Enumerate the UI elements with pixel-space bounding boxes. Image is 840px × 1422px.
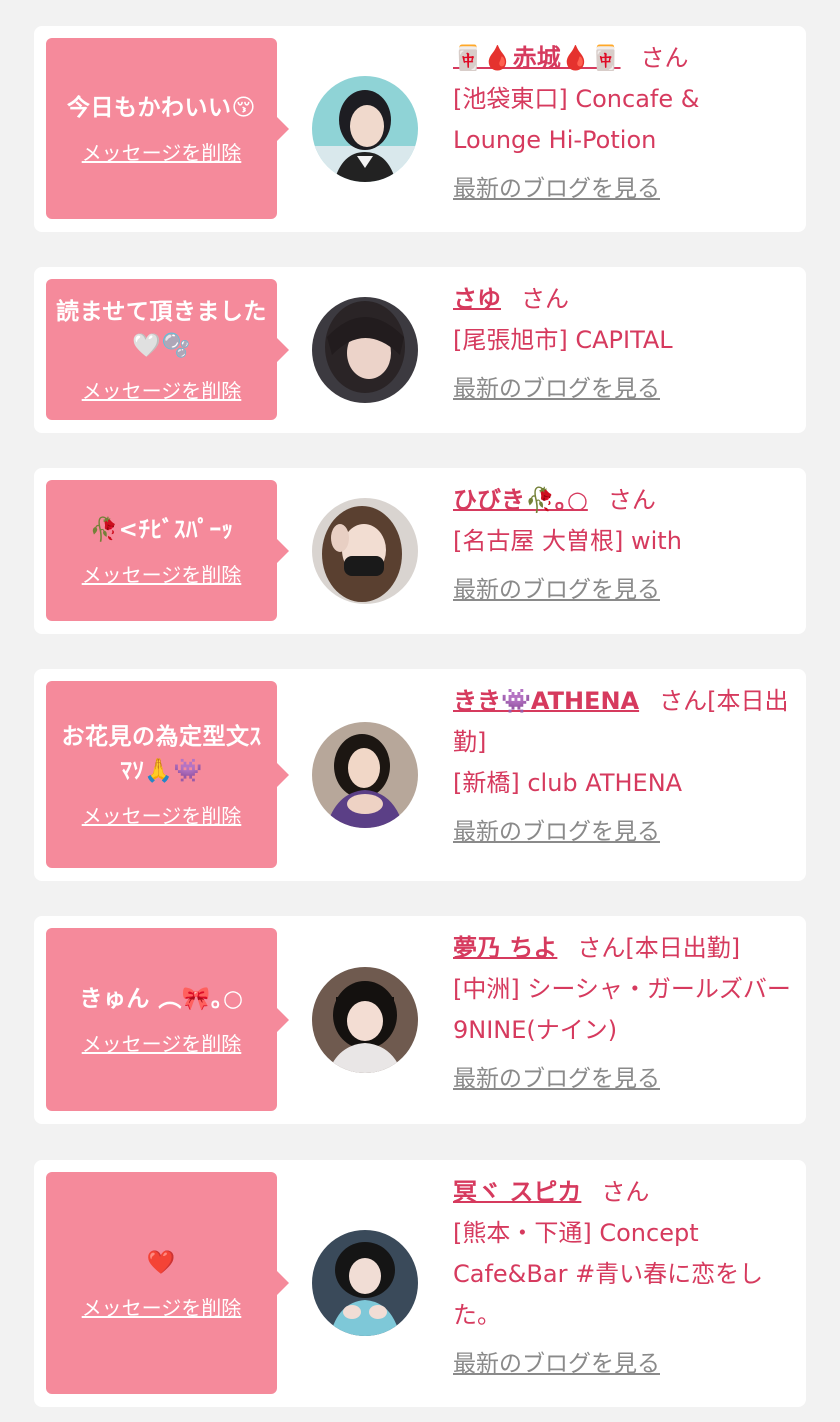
cast-name-link[interactable]: ひびき🥀｡○ bbox=[453, 486, 588, 514]
latest-blog-link[interactable]: 最新のブログを見る bbox=[453, 169, 660, 210]
honorific: さん bbox=[607, 486, 656, 514]
avatar[interactable] bbox=[312, 967, 418, 1073]
message-bubble: お花見の為定型文ｽﾏｿ🙏👾 メッセージを削除 bbox=[46, 681, 289, 868]
name-line: 夢乃 ちよ さん[本日出勤] bbox=[453, 928, 793, 969]
message-text: 🥀<ﾁﾋﾞｽﾊﾟｰｯ bbox=[89, 517, 234, 543]
message-text: きゅん ︵🎀｡○ bbox=[79, 986, 244, 1012]
cast-name-link[interactable]: 🀄🩸赤城🩸🀄 bbox=[453, 44, 621, 72]
avatar[interactable] bbox=[312, 76, 418, 182]
name-line: 🀄🩸赤城🩸🀄 さん bbox=[453, 38, 793, 79]
honorific: さん[本日出勤] bbox=[577, 934, 741, 962]
cast-name-link[interactable]: 冥ヾ スピカ bbox=[453, 1178, 581, 1206]
avatar[interactable] bbox=[312, 722, 418, 828]
message-text: 今日もかわいい😚 bbox=[67, 95, 256, 121]
message-list: 今日もかわいい😚 メッセージを削除 🀄🩸赤城🩸🀄 さん [池袋東口] Concaf… bbox=[0, 0, 840, 1422]
message-card: きゅん ︵🎀｡○ メッセージを削除 夢乃 ちよ さん[本日出勤] [中洲] シーシ… bbox=[34, 916, 806, 1124]
avatar[interactable] bbox=[312, 1230, 418, 1336]
shop-name: [新橋] club ATHENA bbox=[453, 769, 683, 797]
message-bubble: ❤️ メッセージを削除 bbox=[46, 1172, 289, 1394]
shop-name: [熊本・下通] Concept Cafe&Bar #青い春に恋をした。 bbox=[453, 1219, 764, 1329]
latest-blog-link[interactable]: 最新のブログを見る bbox=[453, 812, 660, 853]
name-line: ひびき🥀｡○ さん bbox=[453, 480, 793, 521]
delete-message-link[interactable]: メッセージを削除 bbox=[82, 1028, 242, 1057]
delete-message-link[interactable]: メッセージを削除 bbox=[82, 1292, 242, 1321]
message-card: ❤️ メッセージを削除 冥ヾ スピカ さん [熊本・下通] Concept Caf… bbox=[34, 1160, 806, 1407]
avatar[interactable] bbox=[312, 297, 418, 403]
cast-name-link[interactable]: きき👾ATHENA bbox=[453, 687, 639, 715]
delete-message-link[interactable]: メッセージを削除 bbox=[82, 559, 242, 588]
message-bubble: きゅん ︵🎀｡○ メッセージを削除 bbox=[46, 928, 289, 1111]
message-text: ❤️ bbox=[146, 1249, 177, 1276]
message-card: 読ませて頂きました🤍🫧 メッセージを削除 さゆ さん [尾張旭市] CAPITAL… bbox=[34, 267, 806, 433]
message-text: 読ませて頂きました🤍🫧 bbox=[56, 299, 267, 359]
shop-name: [中洲] シーシャ・ガールズバー 9NINE(ナイン) bbox=[453, 975, 791, 1044]
cast-info: 🀄🩸赤城🩸🀄 さん [池袋東口] Concafe & Lounge Hi-Poti… bbox=[453, 38, 793, 210]
latest-blog-link[interactable]: 最新のブログを見る bbox=[453, 570, 660, 611]
name-line: さゆ さん bbox=[453, 279, 793, 320]
cast-info: きき👾ATHENA さん[本日出勤] [新橋] club ATHENA 最新のブロ… bbox=[453, 681, 793, 853]
name-line: 冥ヾ スピカ さん bbox=[453, 1172, 793, 1213]
cast-name-link[interactable]: 夢乃 ちよ bbox=[453, 934, 557, 962]
delete-message-link[interactable]: メッセージを削除 bbox=[82, 800, 242, 829]
latest-blog-link[interactable]: 最新のブログを見る bbox=[453, 1344, 660, 1385]
message-text: お花見の為定型文ｽﾏｿ🙏👾 bbox=[61, 724, 262, 784]
message-card: 今日もかわいい😚 メッセージを削除 🀄🩸赤城🩸🀄 さん [池袋東口] Concaf… bbox=[34, 26, 806, 232]
message-bubble: 今日もかわいい😚 メッセージを削除 bbox=[46, 38, 289, 219]
avatar[interactable] bbox=[312, 498, 418, 604]
cast-info: 夢乃 ちよ さん[本日出勤] [中洲] シーシャ・ガールズバー 9NINE(ナイン… bbox=[453, 928, 793, 1100]
delete-message-link[interactable]: メッセージを削除 bbox=[82, 137, 242, 166]
cast-name-link[interactable]: さゆ bbox=[453, 285, 501, 313]
delete-message-link[interactable]: メッセージを削除 bbox=[82, 375, 242, 404]
honorific: さん bbox=[601, 1178, 650, 1206]
honorific: さん bbox=[521, 285, 569, 313]
latest-blog-link[interactable]: 最新のブログを見る bbox=[453, 369, 660, 410]
message-bubble: 🥀<ﾁﾋﾞｽﾊﾟｰｯ メッセージを削除 bbox=[46, 480, 289, 621]
latest-blog-link[interactable]: 最新のブログを見る bbox=[453, 1059, 660, 1100]
message-card: お花見の為定型文ｽﾏｿ🙏👾 メッセージを削除 きき👾ATHENA さん[本日出勤]… bbox=[34, 669, 806, 881]
cast-info: ひびき🥀｡○ さん [名古屋 大曽根] with 最新のブログを見る bbox=[453, 480, 793, 611]
name-line: きき👾ATHENA さん[本日出勤] bbox=[453, 681, 793, 763]
shop-name: [池袋東口] Concafe & Lounge Hi-Potion bbox=[453, 85, 700, 154]
honorific: さん bbox=[640, 44, 689, 72]
shop-name: [名古屋 大曽根] with bbox=[453, 527, 682, 555]
shop-name: [尾張旭市] CAPITAL bbox=[453, 326, 673, 354]
cast-info: さゆ さん [尾張旭市] CAPITAL 最新のブログを見る bbox=[453, 279, 793, 410]
message-bubble: 読ませて頂きました🤍🫧 メッセージを削除 bbox=[46, 279, 289, 420]
cast-info: 冥ヾ スピカ さん [熊本・下通] Concept Cafe&Bar #青い春に恋… bbox=[453, 1172, 793, 1385]
message-card: 🥀<ﾁﾋﾞｽﾊﾟｰｯ メッセージを削除 ひびき🥀｡○ さん [名古屋 大曽根] w… bbox=[34, 468, 806, 634]
